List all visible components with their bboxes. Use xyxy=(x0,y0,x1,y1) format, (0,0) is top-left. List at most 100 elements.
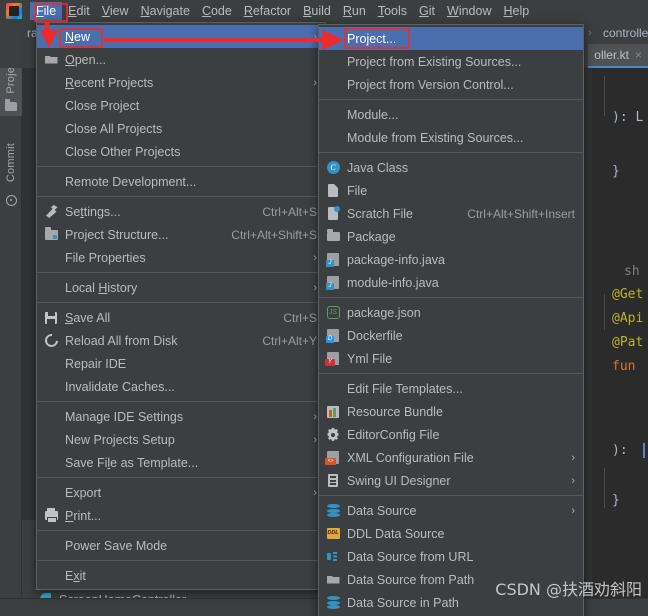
no-icon xyxy=(43,379,59,395)
no-icon xyxy=(43,29,59,45)
new-submenu-item-project-from-version-control[interactable]: Project from Version Control... xyxy=(319,73,583,96)
menu-git[interactable]: Git xyxy=(413,2,441,20)
file-menu-item-close-other-projects[interactable]: Close Other Projects xyxy=(37,140,325,163)
menu-run[interactable]: Run xyxy=(337,2,372,20)
new-submenu-item-project[interactable]: Project... xyxy=(319,27,583,50)
chevron-right-icon: › xyxy=(313,410,317,423)
new-submenu-item-dockerfile[interactable]: Dockerfile xyxy=(319,324,583,347)
file-menu-item-exit[interactable]: Exit xyxy=(37,564,325,587)
new-submenu-item-package-info-java[interactable]: package-info.java xyxy=(319,248,583,271)
menu-item-label: XML Configuration File xyxy=(347,450,474,465)
file-menu-item-new-projects-setup[interactable]: New Projects Setup › xyxy=(37,428,325,451)
file-menu-item-new[interactable]: New › xyxy=(37,25,325,48)
new-submenu-item-yml-file[interactable]: Yml File xyxy=(319,347,583,370)
file-menu-item-open[interactable]: Open... xyxy=(37,48,325,71)
code-line: @Pat xyxy=(612,335,644,350)
menu-separator xyxy=(37,530,325,531)
file-menu-item-project-structure[interactable]: Project Structure... Ctrl+Alt+Shift+S xyxy=(37,223,325,246)
new-submenu-popup[interactable]: Project... Project from Existing Sources.… xyxy=(318,24,584,616)
menu-edit[interactable]: Edit xyxy=(62,2,96,20)
code-line: @Get xyxy=(612,287,644,302)
code-line: fun xyxy=(612,359,636,374)
menu-item-label: Data Source from URL xyxy=(347,549,474,564)
new-submenu-item-java-class[interactable]: C Java Class xyxy=(319,156,583,179)
new-submenu-item-xml-configuration-file[interactable]: XML Configuration File › xyxy=(319,446,583,469)
menu-tools[interactable]: Tools xyxy=(372,2,413,20)
no-icon xyxy=(325,31,341,47)
file-menu-item-export[interactable]: Export › xyxy=(37,481,325,504)
indent-guide xyxy=(604,294,605,330)
menu-separator xyxy=(319,495,583,496)
new-submenu-item-editorconfig-file[interactable]: EditorConfig File xyxy=(319,423,583,446)
file-menu-item-recent-projects[interactable]: Recent Projects › xyxy=(37,71,325,94)
file-menu-item-reload-all-from-disk[interactable]: Reload All from Disk Ctrl+Alt+Y xyxy=(37,329,325,352)
new-submenu-item-resource-bundle[interactable]: Resource Bundle xyxy=(319,400,583,423)
menu-item-label: Remote Development... xyxy=(65,174,197,189)
file-menu-item-remote-development[interactable]: Remote Development... xyxy=(37,170,325,193)
menu-item-label: Save File as Template... xyxy=(65,455,199,470)
menu-item-label: Yml File xyxy=(347,351,393,366)
menu-item-label: Close Other Projects xyxy=(65,144,181,159)
file-menu-item-settings[interactable]: Settings... Ctrl+Alt+S xyxy=(37,200,325,223)
new-submenu-item-edit-file-templates[interactable]: Edit File Templates... xyxy=(319,377,583,400)
new-submenu-item-package-json[interactable]: JS package.json xyxy=(319,301,583,324)
menu-build[interactable]: Build xyxy=(297,2,337,20)
menu-help[interactable]: Help xyxy=(497,2,535,20)
file-menu-item-repair-ide[interactable]: Repair IDE xyxy=(37,352,325,375)
chevron-right-icon: › xyxy=(588,27,592,39)
file-menu-item-save-file-as-template[interactable]: Save File as Template... xyxy=(37,451,325,474)
new-submenu-item-module[interactable]: Module... xyxy=(319,103,583,126)
file-menu-item-save-all[interactable]: Save All Ctrl+S xyxy=(37,306,325,329)
menu-separator xyxy=(37,272,325,273)
menu-item-label: Reload All from Disk xyxy=(65,333,178,348)
menu-item-label: Local History xyxy=(65,280,138,295)
menu-refactor[interactable]: Refactor xyxy=(238,2,297,20)
code-line: ): L xyxy=(612,110,644,125)
no-icon xyxy=(43,121,59,137)
json-icon: JS xyxy=(325,305,341,321)
no-icon xyxy=(325,77,341,93)
menu-code[interactable]: Code xyxy=(196,2,238,20)
menu-item-label: Close Project xyxy=(65,98,140,113)
code-line: @Api xyxy=(612,311,644,326)
new-submenu-item-swing-ui-designer[interactable]: Swing UI Designer › xyxy=(319,469,583,492)
chevron-right-icon: › xyxy=(571,504,575,517)
file-menu-item-invalidate-caches[interactable]: Invalidate Caches... xyxy=(37,375,325,398)
intellij-logo-icon xyxy=(6,3,22,19)
menu-navigate[interactable]: Navigate xyxy=(135,2,196,20)
breadcrumb-item[interactable]: controlle xyxy=(600,26,648,40)
file-menu-item-power-save-mode[interactable]: Power Save Mode xyxy=(37,534,325,557)
new-submenu-item-data-source-from-url[interactable]: Data Source from URL xyxy=(319,545,583,568)
chevron-right-icon: › xyxy=(313,486,317,499)
file-menu-item-manage-ide-settings[interactable]: Manage IDE Settings › xyxy=(37,405,325,428)
new-submenu-item-project-from-existing-sources[interactable]: Project from Existing Sources... xyxy=(319,50,583,73)
menu-view[interactable]: View xyxy=(96,2,135,20)
new-submenu-item-module-info-java[interactable]: module-info.java xyxy=(319,271,583,294)
no-icon xyxy=(325,130,341,146)
menu-item-label: Manage IDE Settings xyxy=(65,409,184,424)
chevron-right-icon: › xyxy=(313,251,317,264)
file-menu-item-file-properties[interactable]: File Properties › xyxy=(37,246,325,269)
new-submenu-item-file[interactable]: File xyxy=(319,179,583,202)
docker-icon xyxy=(325,328,341,344)
new-submenu-item-data-source[interactable]: Data Source › xyxy=(319,499,583,522)
file-menu-item-close-project[interactable]: Close Project xyxy=(37,94,325,117)
close-icon[interactable]: × xyxy=(635,48,642,62)
menu-separator xyxy=(37,302,325,303)
editor-tab[interactable]: oller.kt × xyxy=(588,44,648,68)
menu-item-label: New Projects Setup xyxy=(65,432,175,447)
sidebar-item-commit[interactable]: Commit xyxy=(0,139,22,207)
menu-file[interactable]: File xyxy=(30,2,63,20)
wrench-icon xyxy=(43,204,59,220)
no-icon xyxy=(43,455,59,471)
menu-item-label: module-info.java xyxy=(347,275,439,290)
file-menu-item-print[interactable]: Print... xyxy=(37,504,325,527)
file-menu-popup[interactable]: New › Open... Recent Projects › Close Project… xyxy=(36,22,326,590)
menu-window[interactable]: Window xyxy=(441,2,497,20)
new-submenu-item-scratch-file[interactable]: Scratch File Ctrl+Alt+Shift+Insert xyxy=(319,202,583,225)
file-menu-item-local-history[interactable]: Local History › xyxy=(37,276,325,299)
new-submenu-item-ddl-data-source[interactable]: DDL DDL Data Source xyxy=(319,522,583,545)
new-submenu-item-package[interactable]: Package xyxy=(319,225,583,248)
file-menu-item-close-all-projects[interactable]: Close All Projects xyxy=(37,117,325,140)
new-submenu-item-module-from-existing-sources[interactable]: Module from Existing Sources... xyxy=(319,126,583,149)
